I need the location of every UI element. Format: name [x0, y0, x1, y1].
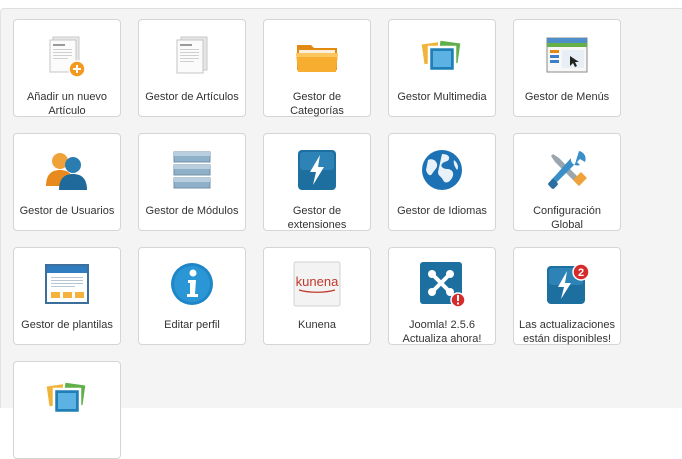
- media-icon: [43, 374, 91, 422]
- quickicon-global-configuration[interactable]: Configuración Global: [513, 133, 621, 231]
- folder-icon: [293, 32, 341, 80]
- quickicon-label: Joomla! 2.5.6 Actualiza ahora!: [402, 319, 482, 345]
- quickicon-menu-manager[interactable]: Gestor de Menús: [513, 19, 621, 117]
- extension-updates-icon: 2: [543, 260, 591, 308]
- quickicon-label: Gestor de Artículos: [145, 91, 239, 103]
- template-icon: [43, 260, 91, 308]
- quickicons-panel: Añadir un nuevo Artículo Gestor de Artíc…: [0, 8, 682, 459]
- quickicon-language-manager[interactable]: Gestor de Idiomas: [388, 133, 496, 231]
- modules-icon: [168, 146, 216, 194]
- quickicon-label: Gestor de Categorías: [290, 91, 344, 117]
- quickicon-label: Configuración Global: [533, 205, 601, 231]
- quickicon-media-second[interactable]: [13, 361, 121, 459]
- quickicon-extension-updates[interactable]: 2 Las actualizaciones están disponibles!: [513, 247, 621, 345]
- quickicon-category-manager[interactable]: Gestor de Categorías: [263, 19, 371, 117]
- info-icon: [168, 260, 216, 308]
- kunena-logo-icon: kunena: [293, 260, 341, 308]
- users-icon: [43, 146, 91, 194]
- article-manager-icon: [168, 32, 216, 80]
- quickicon-edit-profile[interactable]: Editar perfil: [138, 247, 246, 345]
- quickicon-joomla-update[interactable]: Joomla! 2.5.6 Actualiza ahora!: [388, 247, 496, 345]
- quickicon-user-manager[interactable]: Gestor de Usuarios: [13, 133, 121, 231]
- quickicon-label: Kunena: [298, 319, 336, 331]
- quickicon-label: Gestor de Módulos: [145, 205, 239, 217]
- quickicon-label: Gestor de extensiones: [287, 205, 347, 231]
- media-icon: [418, 32, 466, 80]
- quickicon-label: Gestor de Menús: [524, 91, 610, 103]
- quickicon-label: Editar perfil: [164, 319, 220, 331]
- quickicon-label: Gestor Multimedia: [397, 91, 487, 103]
- quickicon-module-manager[interactable]: Gestor de Módulos: [138, 133, 246, 231]
- quickicon-label: Añadir un nuevo Artículo: [26, 91, 108, 117]
- quickicon-label: Gestor de Usuarios: [19, 205, 115, 217]
- quickicon-media-manager[interactable]: Gestor Multimedia: [388, 19, 496, 117]
- quickicon-label: Las actualizaciones están disponibles!: [518, 319, 615, 345]
- quickicon-article-manager[interactable]: Gestor de Artículos: [138, 19, 246, 117]
- add-article-icon: [43, 32, 91, 80]
- quickicon-kunena[interactable]: kunena Kunena: [263, 247, 371, 345]
- quickicon-extension-manager[interactable]: Gestor de extensiones: [263, 133, 371, 231]
- extensions-bolt-icon: [293, 146, 341, 194]
- menu-window-icon: [543, 32, 591, 80]
- globe-icon: [418, 146, 466, 194]
- kunena-logo-text: kunena: [296, 274, 339, 289]
- joomla-update-icon: [418, 260, 466, 308]
- update-count-badge: 2: [578, 267, 584, 279]
- tools-icon: [543, 146, 591, 194]
- quickicon-add-article[interactable]: Añadir un nuevo Artículo: [13, 19, 121, 117]
- quickicon-template-manager[interactable]: Gestor de plantilas: [13, 247, 121, 345]
- quickicon-label: Gestor de plantilas: [21, 319, 113, 331]
- quickicon-label: Gestor de Idiomas: [397, 205, 487, 217]
